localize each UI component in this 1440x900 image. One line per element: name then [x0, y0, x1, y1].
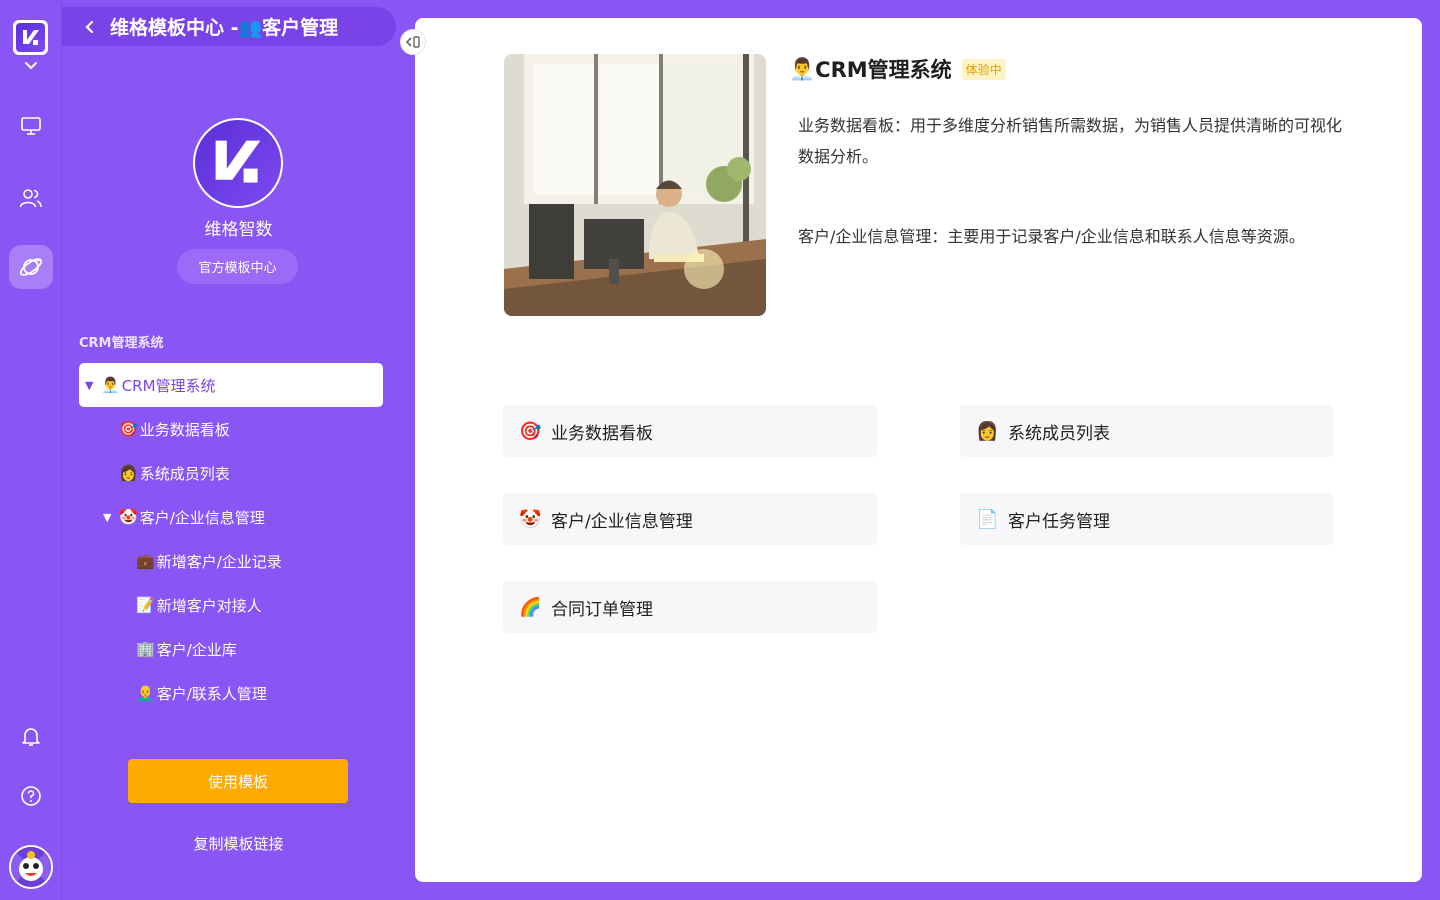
monitor-icon[interactable] [9, 104, 53, 148]
datasheet-card-contracts[interactable]: 🌈 合同订单管理 [503, 581, 877, 633]
businessman-emoji-icon: 👨‍💼 [101, 376, 120, 394]
template-title: CRM管理系统 [815, 58, 952, 82]
card-label: 合同订单管理 [551, 599, 653, 620]
chevron-down-icon[interactable] [23, 58, 39, 74]
trial-badge: 体验中 [961, 58, 1006, 80]
tree-item-label: 新增客户对接人 [156, 596, 262, 615]
description-customer-info: 客户/企业信息管理：主要用于记录客户/企业信息和联系人信息等资源。 [798, 227, 1305, 246]
template-cover-image [504, 54, 766, 316]
org-logo [193, 118, 283, 208]
tree-item-members[interactable]: 👩 系统成员列表 [119, 451, 230, 495]
collapse-triangle-icon[interactable]: ▼ [103, 511, 115, 524]
template-planet-icon[interactable] [9, 245, 53, 289]
briefcase-emoji-icon: 💼 [136, 552, 155, 570]
card-label: 客户/企业信息管理 [551, 511, 693, 532]
document-emoji-icon: 📄 [976, 508, 999, 530]
back-arrow-icon[interactable] [82, 19, 98, 35]
template-title-row: 👨‍💼 CRM管理系统 体验中 [789, 54, 1006, 84]
person-emoji-icon: 👨‍🦲 [136, 684, 155, 702]
tree-item-customer-info[interactable]: ▼ 🤡 客户/企业信息管理 [103, 495, 265, 539]
person-emoji-icon: 👩 [119, 464, 138, 482]
tree-item-contact-management[interactable]: 👨‍🦲 客户/联系人管理 [136, 671, 267, 715]
tree-item-label: 客户/企业信息管理 [139, 508, 265, 527]
clown-emoji-icon: 🤡 [519, 508, 542, 530]
clown-emoji-icon: 🤡 [119, 508, 138, 526]
datasheet-card-dashboard[interactable]: 🎯 业务数据看板 [503, 405, 877, 457]
target-emoji-icon: 🎯 [519, 420, 542, 442]
target-emoji-icon: 🎯 [119, 420, 138, 438]
rainbow-emoji-icon: 🌈 [519, 596, 542, 618]
left-nav-rail [0, 0, 62, 900]
template-sidebar: 维格模板中心 -👥客户管理 维格智数 官方模板中心 CRM管理系统 ▼ 👨‍💼 … [62, 0, 415, 900]
user-avatar[interactable] [9, 845, 53, 889]
datasheet-card-tasks[interactable]: 📄 客户任务管理 [960, 493, 1334, 545]
header-title: 维格模板中心 -👥客户管理 [110, 17, 339, 39]
use-template-button[interactable]: 使用模板 [128, 759, 348, 803]
bell-icon[interactable] [9, 714, 53, 758]
datasheet-card-customer-info[interactable]: 🤡 客户/企业信息管理 [503, 493, 877, 545]
description-dashboard: 业务数据看板：用于多维度分析销售所需数据，为销售人员提供清晰的可视化数据分析。 [798, 116, 1343, 166]
tree-item-label: 客户/联系人管理 [156, 684, 267, 703]
tree-section-title: CRM管理系统 [79, 336, 164, 351]
tree-item-dashboard[interactable]: 🎯 业务数据看板 [119, 407, 230, 451]
person-emoji-icon: 👩 [976, 420, 999, 442]
tree-item-label: CRM管理系统 [121, 376, 216, 395]
collapse-triangle-icon[interactable]: ▼ [85, 379, 97, 392]
card-label: 客户任务管理 [1008, 511, 1110, 532]
card-label: 系统成员列表 [1008, 423, 1110, 444]
datasheet-card-members[interactable]: 👩 系统成员列表 [960, 405, 1334, 457]
tree-item-label: 客户/企业库 [156, 640, 237, 659]
users-icon[interactable] [9, 176, 53, 220]
tree-item-crm-root[interactable]: ▼ 👨‍💼 CRM管理系统 [79, 363, 383, 407]
businessman-emoji-icon: 👨‍💼 [789, 56, 816, 81]
template-preview-panel: 👨‍💼 CRM管理系统 体验中 业务数据看板：用于多维度分析销售所需数据，为销售… [415, 18, 1422, 882]
tree-item-customer-library[interactable]: 🏢 客户/企业库 [136, 627, 237, 671]
copy-template-link[interactable]: 复制模板链接 [62, 833, 415, 854]
tree-item-label: 系统成员列表 [139, 464, 230, 483]
memo-emoji-icon: 📝 [136, 596, 155, 614]
tree-item-label: 业务数据看板 [139, 420, 230, 439]
org-badge: 官方模板中心 [177, 249, 298, 284]
tree-item-new-customer[interactable]: 💼 新增客户/企业记录 [136, 539, 282, 583]
help-icon[interactable] [9, 774, 53, 818]
office-building-emoji-icon: 🏢 [136, 640, 155, 658]
card-label: 业务数据看板 [551, 423, 653, 444]
template-center-header[interactable]: 维格模板中心 -👥客户管理 [62, 7, 396, 46]
vika-logo-icon[interactable] [13, 20, 48, 55]
org-name: 维格智数 [204, 220, 273, 240]
tree-item-new-contact[interactable]: 📝 新增客户对接人 [136, 583, 262, 627]
tree-item-label: 新增客户/企业记录 [156, 552, 282, 571]
collapse-sidebar-icon[interactable] [400, 29, 426, 55]
